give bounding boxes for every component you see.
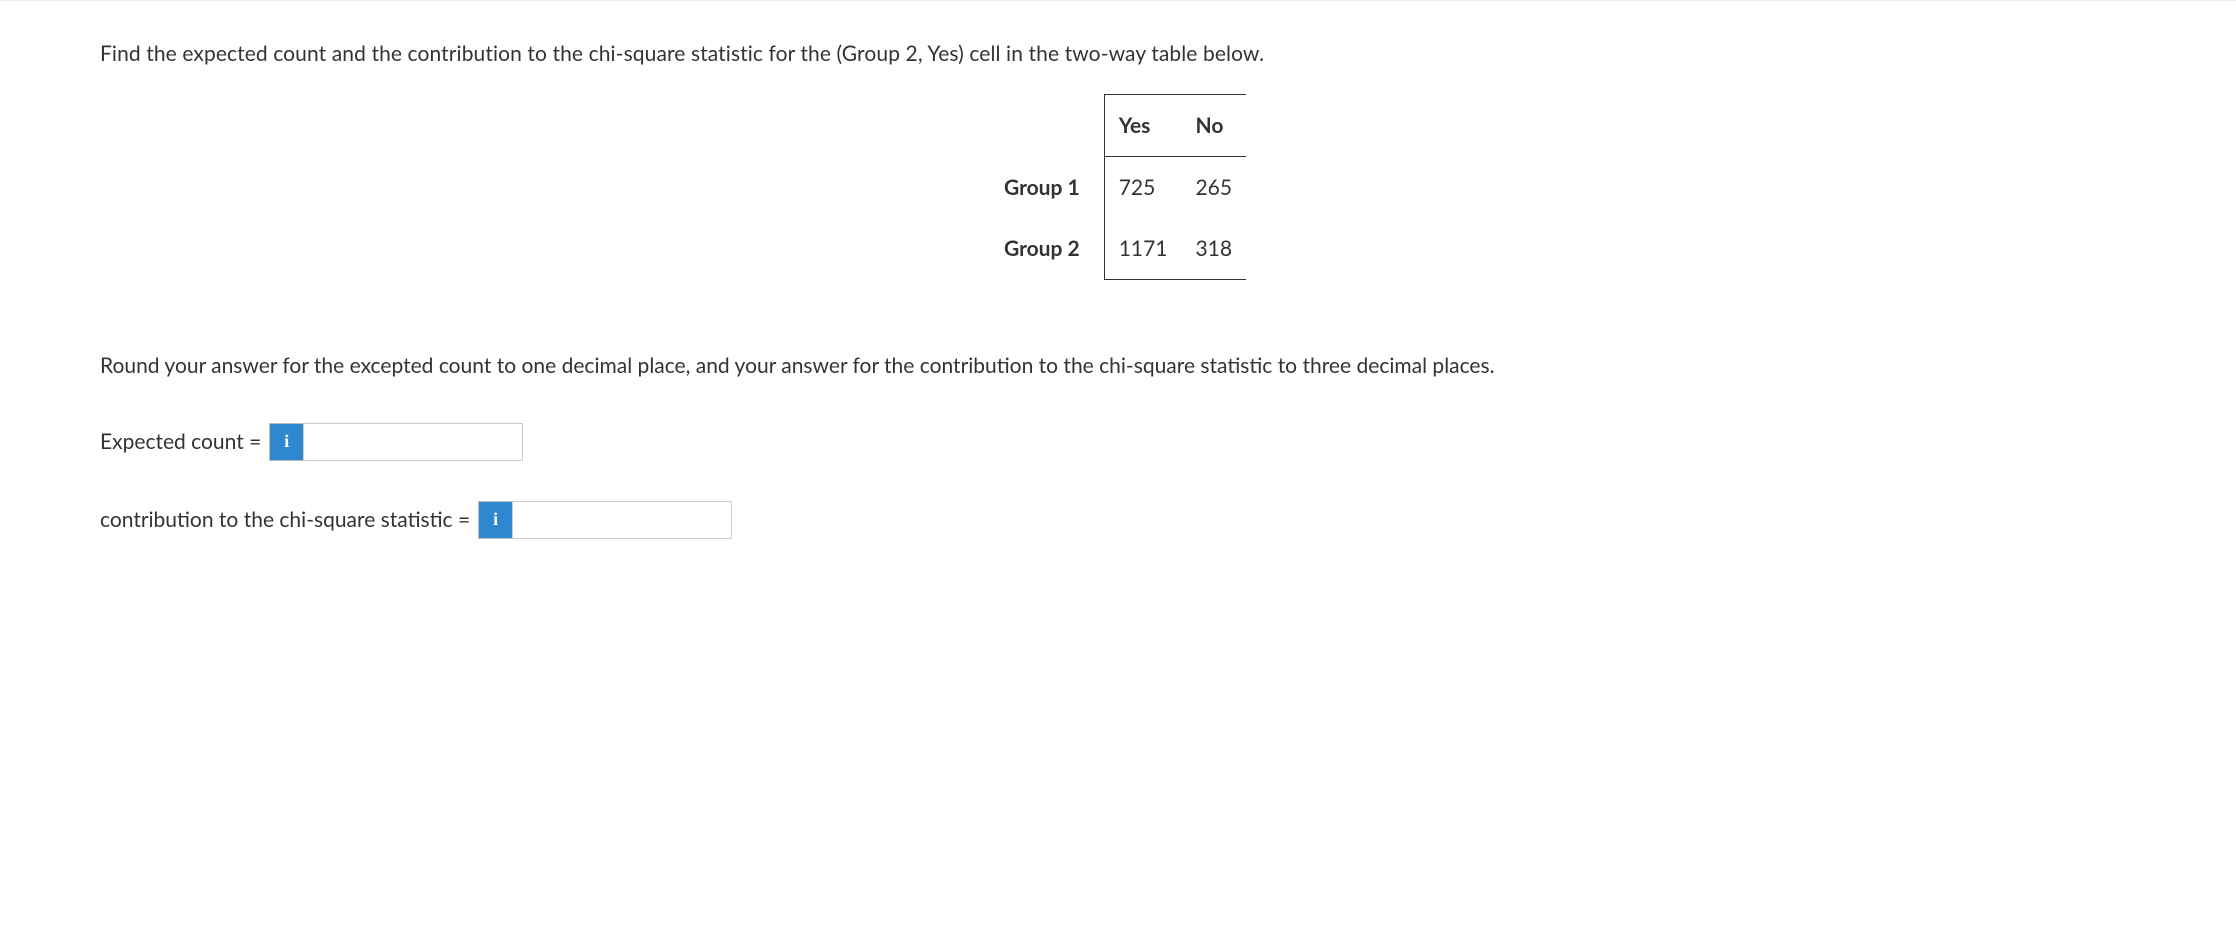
cell-value: 318 [1181, 218, 1246, 280]
expected-count-label: Expected count = [100, 429, 261, 454]
table-header-yes: Yes [1104, 95, 1181, 157]
table-header-empty [990, 95, 1104, 157]
cell-value: 265 [1181, 157, 1246, 219]
contribution-row: contribution to the chi-square statistic… [100, 501, 2136, 539]
contribution-label: contribution to the chi-square statistic… [100, 507, 470, 532]
cell-value: 1171 [1104, 218, 1181, 280]
question-text: Find the expected count and the contribu… [100, 41, 2136, 66]
instruction-text: Round your answer for the excepted count… [100, 350, 2136, 383]
contribution-input[interactable] [512, 501, 732, 539]
row-label: Group 1 [990, 157, 1104, 219]
expected-count-input[interactable] [303, 423, 523, 461]
table-row: Group 2 1171 318 [990, 218, 1246, 280]
two-way-table: Yes No Group 1 725 265 Group 2 1171 318 [990, 94, 1246, 280]
table-header-no: No [1181, 95, 1246, 157]
cell-value: 725 [1104, 157, 1181, 219]
info-icon[interactable]: i [269, 423, 303, 461]
expected-count-row: Expected count = i [100, 423, 2136, 461]
row-label: Group 2 [990, 218, 1104, 280]
info-icon[interactable]: i [478, 501, 512, 539]
table-row: Group 1 725 265 [990, 157, 1246, 219]
